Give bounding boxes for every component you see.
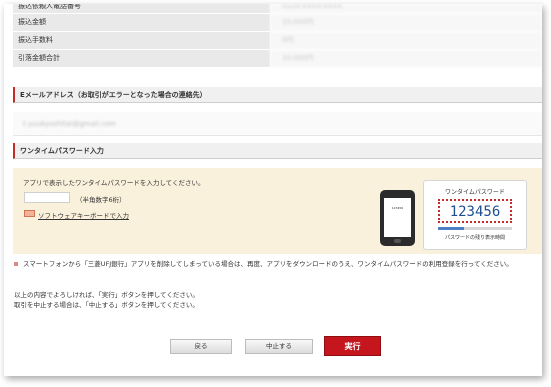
keyboard-icon[interactable] (24, 210, 35, 217)
summary-row: 振込依頼人電話番号 0120-XXXX-XXXX (13, 4, 542, 14)
phone-code: 123456 (391, 206, 404, 210)
email-section-title: Eメールアドレス（お取引がエラーとなった場合の連絡先） (13, 87, 542, 103)
transfer-summary-table: 振込依頼人電話番号 0120-XXXX-XXXX 振込金額 10,000円 振込… (13, 4, 542, 68)
otp-code-box: 123456 (438, 199, 512, 223)
otp-card-footer: パスワードの残り表示時間 (444, 235, 505, 241)
otp-remaining-bar (438, 227, 512, 230)
smartphone-illustration: 123456 (380, 190, 415, 246)
otp-input[interactable] (24, 192, 70, 203)
summary-value: 0円 (270, 32, 542, 49)
summary-row: 振込手数料 0円 (13, 32, 542, 50)
phone-home-button (394, 239, 401, 243)
email-value: t.yuukyoshitai@gmail.com (23, 120, 116, 128)
summary-value: 10,000円 (270, 14, 542, 31)
otp-instruction: アプリで表示したワンタイムパスワードを入力してください。 (23, 179, 205, 187)
summary-row: 引落金額合計 10,000円 (13, 50, 542, 68)
cancel-button[interactable]: 中止する (245, 339, 313, 354)
app-deleted-note: スマートフォンから「三菱UFJ銀行」アプリを削除してしまっている場合は、再度、ア… (23, 260, 513, 268)
summary-label: 引落金額合計 (13, 50, 270, 67)
phone-screen: 123456 (384, 198, 411, 237)
confirm-message: 以上の内容でよろしければ、「実行」ボタンを押してください。 取引を中止する場合は… (14, 290, 199, 310)
summary-label: 振込依頼人電話番号 (13, 4, 270, 13)
summary-value: 10,000円 (270, 50, 542, 67)
note-bullet-icon (14, 262, 18, 266)
summary-row: 振込金額 10,000円 (13, 14, 542, 32)
otp-code: 123456 (449, 204, 501, 220)
email-display: t.yuukyoshitai@gmail.com (13, 112, 542, 136)
back-button[interactable]: 戻る (170, 339, 232, 354)
summary-value: 0120-XXXX-XXXX (270, 4, 542, 13)
otp-remaining-bar-fill (438, 227, 464, 230)
summary-label: 振込金額 (13, 14, 270, 31)
otp-input-area: アプリで表示したワンタイムパスワードを入力してください。 （半角数字6桁） ソフ… (13, 168, 542, 254)
software-keyboard-link[interactable]: ソフトウェアキーボードで入力 (38, 210, 129, 220)
otp-input-hint: （半角数字6桁） (76, 196, 126, 204)
confirm-line-cancel: 取引を中止する場合は、「中止する」ボタンを押してください。 (14, 301, 199, 309)
confirm-line-execute: 以上の内容でよろしければ、「実行」ボタンを押してください。 (14, 291, 199, 299)
otp-illustration-card: ワンタイムパスワード 123456 パスワードの残り表示時間 (423, 180, 527, 250)
summary-label: 振込手数料 (13, 32, 270, 49)
execute-button[interactable]: 実行 (324, 336, 381, 356)
otp-section-title: ワンタイムパスワード入力 (13, 143, 542, 159)
transfer-confirm-panel: 振込依頼人電話番号 0120-XXXX-XXXX 振込金額 10,000円 振込… (4, 4, 542, 376)
otp-card-title: ワンタイムパスワード (445, 189, 505, 196)
